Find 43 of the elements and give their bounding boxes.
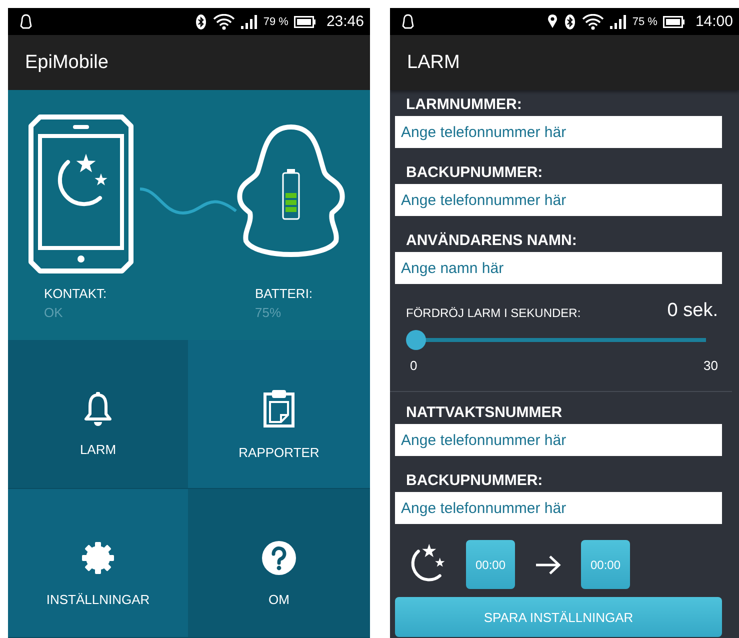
- status-value: 75%: [255, 305, 282, 320]
- slider-reading: 0 sek.: [667, 300, 718, 322]
- wifi-icon: [213, 14, 236, 30]
- help-icon: [261, 540, 297, 576]
- slider-thumb[interactable]: [406, 330, 426, 350]
- slider-min: 0: [410, 358, 418, 373]
- bluetooth-icon: [564, 14, 576, 30]
- slider-max: 30: [704, 358, 718, 373]
- app-title: EpiMobile: [25, 52, 108, 74]
- input-field[interactable]: Ange namn här: [395, 252, 722, 284]
- status-value: OK: [44, 305, 64, 320]
- settings-icon: [80, 540, 116, 576]
- clipboard-icon: [262, 388, 296, 428]
- app-title: LARM: [407, 52, 460, 74]
- bluetooth-icon: [195, 14, 208, 30]
- status-label: BATTERI:: [255, 286, 314, 301]
- field-label: BACKUPNUMMER:: [406, 472, 544, 489]
- field-label: LARMNUMMER:: [406, 96, 523, 113]
- bell-icon: [83, 392, 113, 426]
- status-label: KONTAKT:: [44, 286, 108, 301]
- field-label: ANVÄNDARENS NAMN:: [406, 232, 578, 249]
- clock-time: 23:46: [326, 13, 364, 30]
- battery-icon: [294, 16, 316, 28]
- battery-icon: [663, 16, 686, 28]
- input-field[interactable]: Ange telefonnummer här: [395, 492, 722, 524]
- wifi-icon: [582, 14, 604, 30]
- input-field[interactable]: Ange telefonnummer här: [395, 116, 722, 148]
- arrow-icon: [535, 554, 561, 574]
- slider-label: FÖRDRÖJ LARM I SEKUNDER:: [406, 306, 581, 320]
- menu-tile[interactable]: RAPPORTER: [188, 340, 370, 489]
- field-label: NATTVAKTSNUMMER: [406, 404, 564, 421]
- input-field[interactable]: Ange telefonnummer här: [395, 424, 722, 456]
- signal-icon: [610, 14, 626, 28]
- battery-percent: 79 %: [263, 16, 288, 28]
- location-icon: [547, 14, 558, 29]
- signal-icon: [241, 14, 258, 28]
- input-field[interactable]: Ange telefonnummer här: [395, 184, 722, 216]
- notification-icon: [20, 14, 32, 30]
- battery-percent: 75 %: [632, 16, 658, 28]
- notification-icon: [402, 14, 414, 30]
- field-label: BACKUPNUMMER:: [406, 164, 544, 181]
- menu-tile[interactable]: INSTÄLLNINGAR: [8, 489, 188, 638]
- clock-time: 14:00: [695, 13, 733, 30]
